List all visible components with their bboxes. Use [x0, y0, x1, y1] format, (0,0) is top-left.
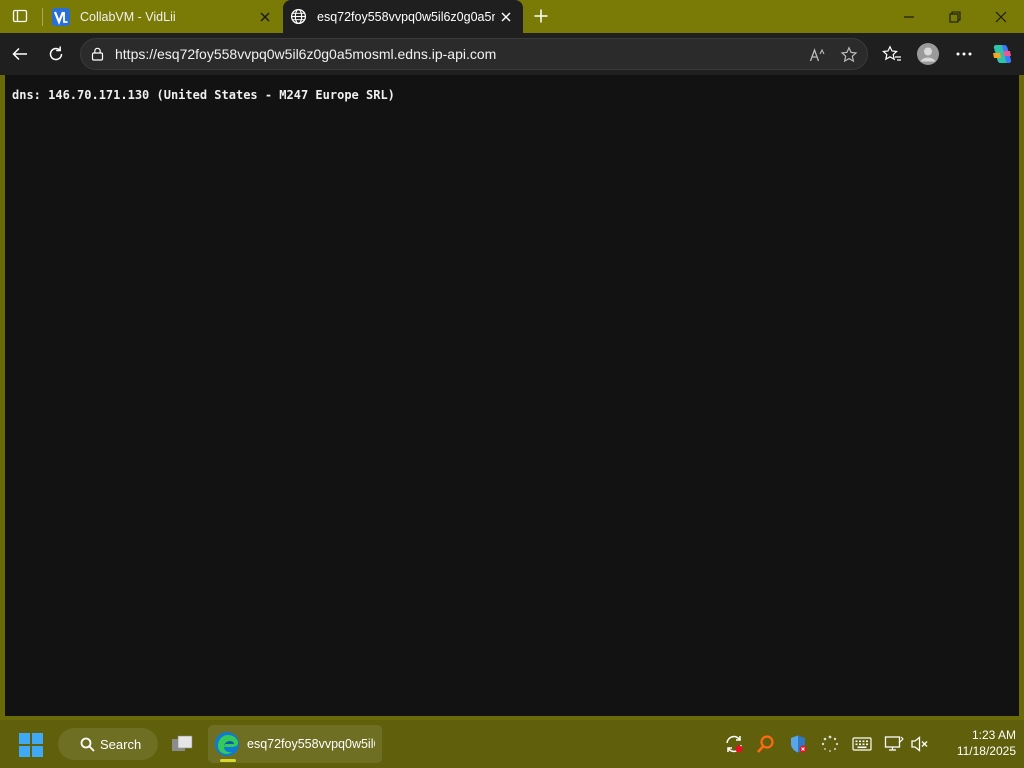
active-window-indicator — [220, 759, 236, 762]
clock-time: 1:23 AM — [971, 728, 1016, 742]
more-options-icon[interactable] — [949, 39, 979, 69]
sync-icon[interactable] — [724, 734, 744, 754]
back-icon[interactable] — [5, 39, 35, 69]
taskbar: Search esq72foy558vvpq0w5il6z0g0a5mosml.… — [0, 720, 1024, 768]
address-bar[interactable]: https://esq72foy558vvpq0w5il6z0g0a5mosml… — [80, 38, 868, 70]
tab-actions-icon[interactable] — [8, 5, 32, 27]
favorites-icon[interactable] — [877, 39, 907, 69]
display-network-icon[interactable] — [884, 734, 904, 754]
restore-icon[interactable] — [932, 0, 978, 33]
page-content: dns: 146.70.171.130 (United States - M24… — [5, 75, 1019, 716]
lock-icon[interactable] — [89, 46, 105, 62]
close-icon[interactable] — [254, 6, 276, 28]
read-aloud-icon[interactable] — [807, 44, 829, 66]
loading-spinner-icon[interactable] — [820, 734, 840, 754]
edge-browser-icon — [214, 731, 240, 757]
minimize-icon[interactable] — [886, 0, 932, 33]
favorite-star-icon[interactable] — [838, 44, 860, 66]
keyboard-icon[interactable] — [852, 734, 872, 754]
magnifier-tool-icon[interactable] — [756, 734, 776, 754]
system-clock[interactable]: 1:23 AM 11/18/2025 — [930, 727, 1016, 759]
clock-date: 11/18/2025 — [956, 744, 1016, 758]
new-tab-button[interactable] — [529, 5, 553, 27]
tab-collabvm[interactable]: CollabVM - VidLii — [46, 0, 282, 33]
close-icon[interactable] — [495, 6, 517, 28]
close-window-icon[interactable] — [978, 0, 1024, 33]
defender-shield-icon[interactable] — [788, 734, 808, 754]
windows-start-icon[interactable] — [18, 732, 44, 758]
tab-edns[interactable]: esq72foy558vvpq0w5il6z0g0a5mosml.edns.ip… — [283, 0, 523, 33]
search-label: Search — [100, 736, 142, 752]
tab-separator — [42, 8, 43, 26]
vidlii-logo-icon — [52, 7, 70, 26]
taskbar-search-button[interactable]: Search — [58, 728, 158, 760]
title-bar: CollabVM - VidLii esq72foy558vvpq0w5il6z… — [0, 0, 1024, 33]
task-view-icon[interactable] — [170, 732, 194, 756]
volume-muted-icon[interactable] — [910, 734, 930, 754]
taskbar-window-label: esq72foy558vvpq0w5il6z0g0a5mosml.edns.ip… — [247, 737, 375, 751]
copilot-icon[interactable] — [987, 39, 1017, 69]
tab-title: CollabVM - VidLii — [80, 9, 176, 24]
browser-toolbar: https://esq72foy558vvpq0w5il6z0g0a5mosml… — [0, 33, 1024, 75]
search-icon — [78, 735, 96, 753]
dns-result-text: dns: 146.70.171.130 (United States - M24… — [12, 88, 395, 102]
refresh-icon[interactable] — [41, 39, 71, 69]
tab-title: esq72foy558vvpq0w5il6z0g0a5mosml.edns.ip… — [317, 9, 495, 24]
taskbar-edge-window[interactable]: esq72foy558vvpq0w5il6z0g0a5mosml.edns.ip… — [208, 725, 382, 763]
profile-avatar-icon[interactable] — [913, 39, 943, 69]
globe-icon — [289, 8, 307, 26]
url-text[interactable]: https://esq72foy558vvpq0w5il6z0g0a5mosml… — [115, 46, 496, 62]
